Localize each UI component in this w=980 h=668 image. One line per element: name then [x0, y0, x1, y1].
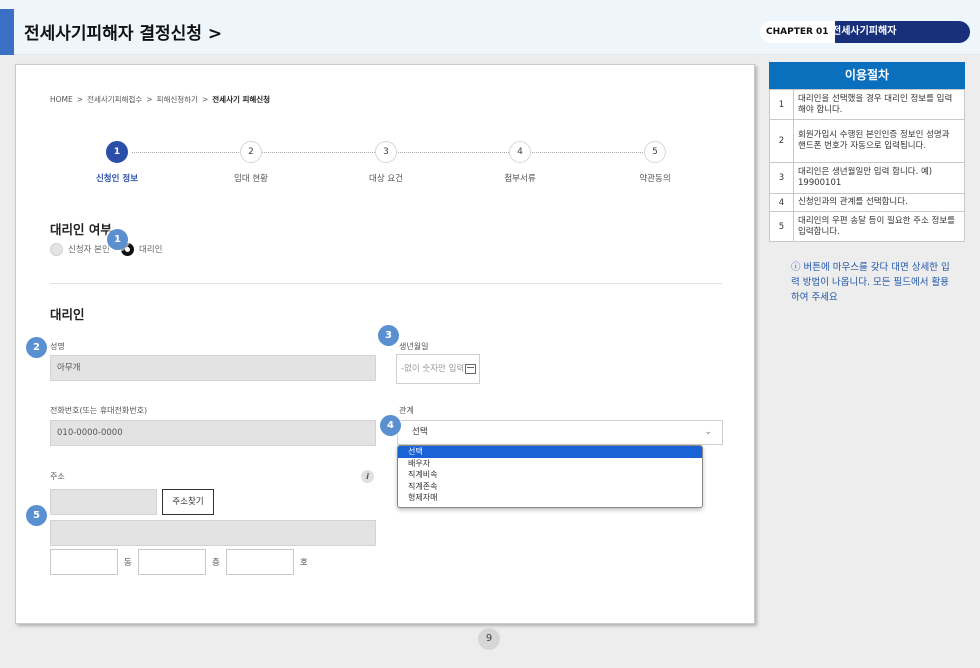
breadcrumb-item[interactable]: 전세사기피해접수 — [87, 95, 142, 104]
unit-label-floor: 층 — [212, 558, 220, 568]
chapter-name: 전세사기피해자 — [820, 21, 970, 43]
agent-choice-title: 대리인 여부 — [50, 222, 112, 237]
procedure-text: 신청인과의 관계를 선택합니다. — [793, 193, 965, 212]
floor-field[interactable] — [138, 549, 206, 575]
step-number: 2 — [240, 141, 262, 163]
page-title: 전세사기피해자 결정신청 > — [24, 24, 223, 44]
step-number: 5 — [644, 141, 666, 163]
breadcrumb-current: 전세사기 피해신청 — [212, 95, 271, 104]
dropdown-option[interactable]: 직계존속 — [398, 481, 702, 493]
procedure-title: 이용절차 — [769, 62, 965, 89]
dropdown-option[interactable]: 직계비속 — [398, 469, 702, 481]
chapter-label: CHAPTER 01 — [760, 21, 835, 43]
callout-badge-5: 5 — [26, 505, 47, 526]
callout-badge-3: 3 — [378, 325, 399, 346]
relation-select[interactable]: 선택 ⌄ — [397, 420, 723, 445]
step-number: 3 — [375, 141, 397, 163]
step-label: 대상 요건 — [369, 174, 403, 184]
procedure-text: 대리인의 우편 송달 등이 필요한 주소 정보를 입력합니다. — [793, 211, 965, 242]
chevron-down-icon: ⌄ — [704, 427, 712, 437]
procedure-row: 4 신청인과의 관계를 선택합니다. — [769, 193, 965, 212]
address-label: 주소 — [50, 472, 65, 481]
dropdown-option[interactable]: 선택 — [398, 446, 702, 458]
name-label: 성명 — [50, 342, 65, 351]
breadcrumb-item[interactable]: 피해신청하기 — [157, 95, 198, 104]
address-field[interactable] — [50, 520, 376, 546]
birth-label: 생년월일 — [399, 342, 429, 351]
dropdown-option[interactable]: 형제자매 — [398, 492, 702, 504]
procedure-row: 2 회원가입시 수행된 본인인증 정보인 성명과 핸드폰 번호가 자동으로 입력… — [769, 119, 965, 163]
phone-label: 전화번호(또는 휴대전화번호) — [50, 406, 148, 415]
calendar-icon[interactable] — [465, 364, 476, 374]
dropdown-option[interactable]: 배우자 — [398, 458, 702, 470]
procedure-text: 대리인은 생년월일만 입력 합니다. 예) 19900101 — [793, 162, 965, 194]
step-label: 첨부서류 — [504, 174, 536, 184]
step-eligibility[interactable]: 3 대상 요건 — [341, 141, 431, 184]
callout-badge-4: 4 — [380, 415, 401, 436]
procedure-num: 4 — [769, 193, 794, 212]
step-number: 1 — [106, 141, 128, 163]
phone-field[interactable]: 010-0000-0000 — [50, 420, 376, 446]
procedure-num: 1 — [769, 89, 794, 120]
step-number: 4 — [509, 141, 531, 163]
procedure-row: 1 대리인을 선택했을 경우 대리인 정보를 입력해야 합니다. — [769, 89, 965, 120]
callout-badge-2: 2 — [26, 337, 47, 358]
procedure-row: 3 대리인은 생년월일만 입력 합니다. 예) 19900101 — [769, 162, 965, 194]
unit-label-ho: 호 — [300, 558, 308, 568]
birth-date-field[interactable]: -없이 숫자만 입력 — [396, 354, 480, 384]
breadcrumb-home[interactable]: HOME — [50, 95, 73, 104]
chapter-indicator: 전세사기피해자 CHAPTER 01 — [760, 21, 970, 43]
step-label: 임대 현황 — [234, 174, 268, 184]
radio-self[interactable]: 신청자 본인 — [50, 243, 110, 257]
building-dong-field[interactable] — [50, 549, 118, 575]
radio-label: 신청자 본인 — [68, 245, 110, 255]
procedure-num: 5 — [769, 211, 794, 242]
relation-selected-value: 선택 — [412, 427, 428, 437]
step-lease-status[interactable]: 2 임대 현황 — [206, 141, 296, 184]
unit-label-dong: 동 — [124, 558, 132, 568]
radio-label: 대리인 — [139, 245, 163, 255]
postal-code-field[interactable] — [50, 489, 157, 515]
info-icon[interactable]: i — [361, 470, 374, 483]
name-field[interactable]: 아무개 — [50, 355, 376, 381]
relation-label: 관계 — [399, 406, 414, 415]
room-ho-field[interactable] — [226, 549, 294, 575]
procedure-text: 회원가입시 수행된 본인인증 정보인 성명과 핸드폰 번호가 자동으로 입력됩니… — [793, 119, 965, 163]
header-accent-bar — [0, 9, 14, 55]
radio-agent[interactable]: 대리인 — [121, 243, 162, 257]
step-terms[interactable]: 5 약관동의 — [610, 141, 700, 184]
procedure-row: 5 대리인의 우편 송달 등이 필요한 주소 정보를 입력합니다. — [769, 211, 965, 242]
procedure-num: 3 — [769, 162, 794, 194]
step-label: 신청인 정보 — [95, 174, 139, 184]
radio-dot — [50, 243, 63, 256]
page-number: 9 — [478, 628, 500, 650]
page-header: 전세사기피해자 결정신청 > 전세사기피해자 CHAPTER 01 — [0, 0, 980, 55]
procedure-text: 대리인을 선택했을 경우 대리인 정보를 입력해야 합니다. — [793, 89, 965, 120]
procedure-note: ⓘ 버튼에 마우스를 갖다 대면 상세한 입력 방법이 나옵니다. 모든 필드에… — [791, 262, 950, 303]
step-attachments[interactable]: 4 첨부서류 — [475, 141, 565, 184]
procedure-panel: 이용절차 1 대리인을 선택했을 경우 대리인 정보를 입력해야 합니다. 2 … — [769, 62, 965, 242]
procedure-num: 2 — [769, 119, 794, 163]
birth-date-placeholder: -없이 숫자만 입력 — [401, 364, 465, 374]
divider — [50, 283, 722, 284]
address-search-button[interactable]: 주소찾기 — [162, 489, 214, 515]
form-panel: HOME > 전세사기피해접수 > 피해신청하기 > 전세사기 피해신청 1 신청인 정보 … — [15, 64, 755, 624]
step-label: 약관동의 — [639, 174, 671, 184]
step-applicant-info[interactable]: 1 신청인 정보 — [72, 141, 162, 184]
callout-badge-1: 1 — [107, 229, 128, 250]
agent-section-title: 대리인 — [50, 307, 85, 322]
relation-dropdown: 선택 배우자 직계비속 직계존속 형제자매 — [397, 445, 703, 508]
breadcrumb: HOME > 전세사기피해접수 > 피해신청하기 > 전세사기 피해신청 — [50, 95, 271, 104]
procedure-table: 1 대리인을 선택했을 경우 대리인 정보를 입력해야 합니다. 2 회원가입시… — [769, 89, 965, 242]
